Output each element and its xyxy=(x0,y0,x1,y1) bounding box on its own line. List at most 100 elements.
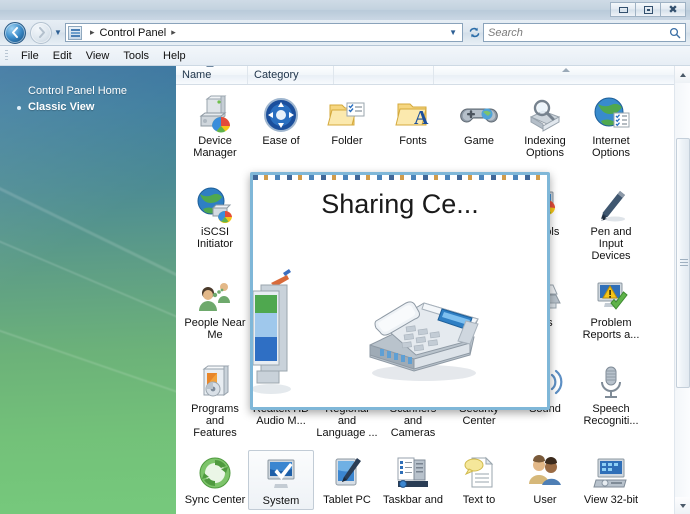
menu-help[interactable]: Help xyxy=(156,47,193,65)
people-near-me-icon xyxy=(183,275,247,315)
grid-item-label: Folder xyxy=(331,135,363,147)
grid-item-label: Game xyxy=(464,135,494,147)
menu-grip[interactable] xyxy=(5,50,8,62)
grid-item-label: Indexing Options xyxy=(524,135,566,159)
grid-item-user-accounts[interactable]: User xyxy=(512,450,578,508)
grid-item-speech-recognition[interactable]: Speech Recogniti... xyxy=(578,359,644,429)
scroll-thumb-grip xyxy=(680,259,688,267)
maximize-button[interactable] xyxy=(635,2,661,17)
sort-indicator-icon xyxy=(562,68,570,72)
device-manager-icon xyxy=(183,93,247,133)
ease-of-access-icon xyxy=(249,93,313,133)
minimize-icon xyxy=(618,6,628,13)
screenshot-root: ✖ ▼ ▸ Control Panel ▸ ▼ Search File Edit… xyxy=(0,0,690,514)
address-dropdown-icon[interactable]: ▼ xyxy=(449,28,460,37)
grid-item-text-to-speech[interactable]: Text to xyxy=(446,450,512,508)
minimize-button[interactable] xyxy=(610,2,636,17)
taskbar-startmenu-icon xyxy=(381,452,445,492)
view-32bit-icon xyxy=(579,452,643,492)
problem-reports-icon xyxy=(579,275,643,315)
monitor-icon xyxy=(253,265,297,405)
sort-ascending-icon xyxy=(206,66,214,67)
grid-item-label: People Near Me xyxy=(184,317,246,341)
grid-item-folder-options[interactable]: Folder xyxy=(314,91,380,149)
grid-item-problem-reports[interactable]: Problem Reports a... xyxy=(578,273,644,343)
navigation-sidebar: Control Panel Home Classic View xyxy=(0,66,176,514)
sidebar-item-label: Control Panel Home xyxy=(28,85,128,97)
grid-item-label: Internet Options xyxy=(592,135,630,159)
grid-item-label: Taskbar and xyxy=(383,494,443,506)
sidebar-item-classic-view[interactable]: Classic View xyxy=(0,100,176,116)
close-icon: ✖ xyxy=(668,3,678,16)
grid-item-pen-and-input-devices[interactable]: Pen and Input Devices xyxy=(578,182,644,264)
refresh-button[interactable] xyxy=(465,23,483,42)
magnifier-content: Sharing Ce... xyxy=(253,175,547,407)
sidebar-links: Control Panel Home Classic View xyxy=(0,84,176,116)
search-icon xyxy=(669,27,681,39)
game-controllers-icon xyxy=(447,93,511,133)
menu-edit[interactable]: Edit xyxy=(46,47,79,65)
internet-options-icon xyxy=(579,93,643,133)
grid-item-fonts[interactable]: A Fonts xyxy=(380,91,446,149)
tablet-pc-icon xyxy=(315,452,379,492)
grid-item-device-manager[interactable]: Device Manager xyxy=(182,91,248,161)
grid-item-indexing-options[interactable]: Indexing Options xyxy=(512,91,578,161)
grid-item-taskbar-and-start-menu[interactable]: Taskbar and xyxy=(380,450,446,508)
speech-recognition-icon xyxy=(579,361,643,401)
forward-button[interactable] xyxy=(30,21,52,44)
grid-item-label: Text to xyxy=(462,494,496,506)
scroll-thumb[interactable] xyxy=(676,138,690,388)
bullet-icon xyxy=(17,106,21,110)
grid-item-label: Fonts xyxy=(399,135,427,147)
breadcrumb-separator-right[interactable]: ▸ xyxy=(171,27,176,38)
menu-file[interactable]: File xyxy=(14,47,46,65)
grid-item-internet-options[interactable]: Internet Options xyxy=(578,91,644,161)
explorer-window: ✖ ▼ ▸ Control Panel ▸ ▼ Search File Edit… xyxy=(0,0,690,514)
vertical-scrollbar[interactable] xyxy=(674,66,690,514)
scroll-up-button[interactable] xyxy=(675,66,690,83)
back-arrow-icon xyxy=(11,27,18,38)
grid-item-iscsi-initiator[interactable]: iSCSI Initiator xyxy=(182,182,248,252)
grid-item-ease-of-access[interactable]: Ease of xyxy=(248,91,314,149)
history-dropdown-button[interactable]: ▼ xyxy=(52,28,64,37)
forward-arrow-icon xyxy=(38,27,45,38)
sidebar-item-control-panel-home[interactable]: Control Panel Home xyxy=(0,84,176,100)
close-button[interactable]: ✖ xyxy=(660,2,686,17)
window-controls: ✖ xyxy=(610,2,686,18)
grid-item-label: Pen and Input Devices xyxy=(590,226,632,262)
system-icon xyxy=(250,453,312,493)
grid-item-game-controllers[interactable]: Game xyxy=(446,91,512,149)
scroll-down-button[interactable] xyxy=(675,497,690,514)
clipped-icon-strip xyxy=(253,175,547,180)
grid-item-system[interactable]: System xyxy=(248,450,314,510)
column-header-category[interactable]: Category xyxy=(248,66,334,84)
back-button[interactable] xyxy=(4,21,26,44)
grid-item-people-near-me[interactable]: People Near Me xyxy=(182,273,248,343)
magnifier-overlay-window[interactable]: Sharing Ce... xyxy=(250,172,550,410)
grid-item-label: Programs and Features xyxy=(191,403,239,439)
address-bar[interactable]: ▸ Control Panel ▸ ▼ xyxy=(65,23,463,42)
search-input[interactable]: Search xyxy=(488,27,669,39)
grid-item-label: System xyxy=(262,495,300,507)
column-header-name[interactable]: Name xyxy=(176,66,248,84)
menu-view[interactable]: View xyxy=(79,47,117,65)
fonts-icon: A xyxy=(381,93,445,133)
column-header-4[interactable] xyxy=(434,66,690,84)
maximize-icon xyxy=(643,5,653,14)
user-accounts-icon xyxy=(513,452,577,492)
grid-item-programs-and-features[interactable]: Programs and Features xyxy=(182,359,248,441)
grid-item-tablet-pc[interactable]: Tablet PC xyxy=(314,450,380,508)
search-box[interactable]: Search xyxy=(483,23,686,42)
grid-item-sync-center[interactable]: Sync Center xyxy=(182,450,248,508)
menu-tools[interactable]: Tools xyxy=(116,47,156,65)
breadcrumb-control-panel[interactable]: Control Panel xyxy=(100,27,167,39)
title-bar[interactable]: ✖ xyxy=(0,0,690,20)
scroll-down-arrow-icon xyxy=(680,503,686,508)
grid-item-view-32-bit[interactable]: View 32-bit xyxy=(578,450,644,508)
grid-item-label: Speech Recogniti... xyxy=(583,403,639,427)
column-header-3[interactable] xyxy=(334,66,434,84)
indexing-options-icon xyxy=(513,93,577,133)
grid-item-label: Problem Reports a... xyxy=(582,317,640,341)
grid-item-label: Ease of xyxy=(262,135,300,147)
svg-text:A: A xyxy=(414,107,429,129)
